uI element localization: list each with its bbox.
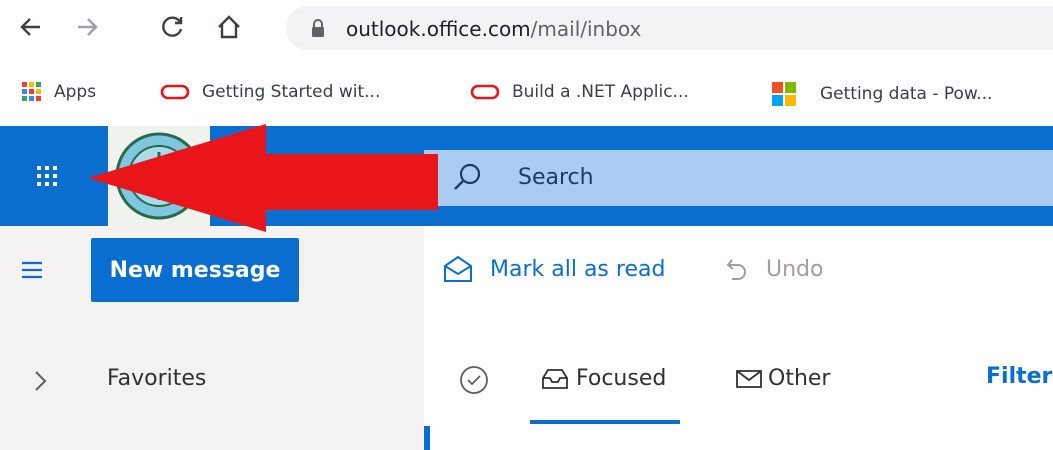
search-icon (454, 163, 481, 190)
hamburger-menu-icon[interactable] (20, 258, 44, 282)
forward-arrow-icon (78, 18, 98, 36)
select-all-checkbox[interactable] (458, 364, 490, 396)
seal-logo-icon (115, 132, 203, 220)
forward-button[interactable] (72, 12, 102, 42)
selected-message-marker (424, 426, 430, 450)
back-button[interactable] (16, 12, 46, 42)
home-button[interactable] (214, 12, 244, 42)
bookmark-getting-started[interactable]: Getting Started wit... (160, 82, 380, 102)
app-launcher-button[interactable] (0, 126, 90, 226)
favorites-label: Favorites (107, 366, 207, 391)
address-bar[interactable]: outlook.office.com/mail/inbox (286, 6, 1053, 50)
tab-focused[interactable]: Focused (540, 364, 666, 392)
reload-button[interactable] (158, 12, 188, 42)
oracle-icon (470, 84, 500, 100)
bookmark-getting-data[interactable]: Getting data - Pow... (772, 82, 993, 106)
message-list-pane: Focused Other Filter (424, 316, 1053, 450)
filter-button[interactable]: Filter (986, 364, 1052, 389)
envelope-icon (736, 370, 762, 388)
command-bar: New message Mark all as read Undo (0, 226, 1053, 316)
new-message-button[interactable]: New message (91, 238, 299, 302)
oracle-icon (160, 84, 190, 100)
focused-tab-indicator (530, 420, 680, 424)
tab-focused-label: Focused (576, 365, 667, 391)
chevron-right-icon[interactable] (30, 366, 50, 396)
url-domain: outlook.office.com (346, 17, 531, 41)
bookmark-label: Getting data - Pow... (820, 84, 993, 104)
favorites-group[interactable]: Favorites (0, 362, 424, 402)
url-text: outlook.office.com/mail/inbox (346, 17, 641, 41)
organization-logo[interactable] (108, 126, 210, 226)
browser-toolbar: outlook.office.com/mail/inbox (0, 0, 1053, 60)
bookmark-build-net[interactable]: Build a .NET Applic... (470, 82, 689, 102)
reload-icon (162, 16, 183, 37)
inbox-tray-icon (542, 369, 568, 389)
open-envelope-icon (444, 255, 472, 282)
search-placeholder: Search (518, 165, 594, 190)
waffle-icon (37, 166, 57, 186)
back-arrow-icon (20, 18, 40, 36)
checkmark-circle-icon (460, 366, 488, 394)
bookmark-apps[interactable]: Apps (22, 82, 96, 102)
home-icon (218, 15, 240, 39)
bookmarks-bar: Apps Getting Started wit... Build a .NET… (0, 60, 1053, 126)
microsoft-icon (772, 82, 796, 106)
tab-other-label: Other (768, 365, 831, 391)
command-bar-left: New message (0, 226, 424, 316)
undo-label: Undo (766, 256, 824, 282)
bookmark-label: Build a .NET Applic... (512, 82, 689, 102)
lock-icon (312, 19, 324, 37)
bookmark-label: Apps (54, 82, 97, 102)
bookmark-label: Getting Started wit... (202, 82, 381, 102)
search-input[interactable]: Search (424, 150, 1053, 206)
url-path: /mail/inbox (530, 17, 642, 41)
undo-icon (726, 259, 746, 280)
folder-pane: Favorites (0, 316, 424, 450)
outlook-header: Search (0, 126, 1053, 226)
tab-other[interactable]: Other (734, 364, 830, 392)
mark-all-read-button[interactable]: Mark all as read (442, 254, 665, 284)
apps-grid-icon (22, 82, 41, 101)
mark-all-read-label: Mark all as read (490, 256, 666, 282)
undo-button[interactable]: Undo (722, 254, 823, 284)
